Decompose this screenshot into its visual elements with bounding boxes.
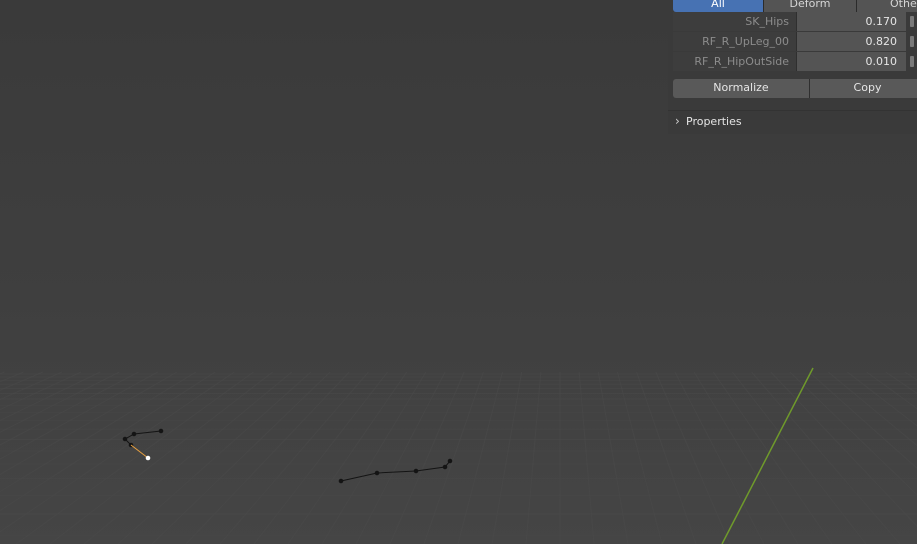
grid-line — [770, 371, 917, 527]
grid-line — [491, 371, 523, 544]
chevron-right-icon[interactable]: › — [675, 111, 685, 133]
properties-panel-header[interactable]: › Properties — [668, 110, 917, 133]
grid-line — [616, 371, 663, 544]
armature-right — [338, 458, 453, 484]
selected-bone[interactable] — [130, 444, 149, 459]
grid-line — [287, 371, 408, 544]
grid-line — [751, 371, 901, 544]
grid-line — [151, 371, 331, 544]
sidebar-panel: All Deform Other SK_Hips 0.170 RF_R_UpLe… — [668, 0, 917, 134]
grid-line — [904, 371, 917, 381]
vertex-group-weight[interactable]: 0.010 — [797, 52, 906, 71]
vertex-group-row: SK_Hips 0.170 — [673, 12, 917, 31]
remove-icon[interactable] — [910, 56, 914, 67]
copy-button[interactable]: Copy — [810, 79, 917, 98]
tab-all[interactable]: All — [673, 0, 764, 12]
floor-grid — [0, 371, 917, 544]
grid-line — [49, 371, 273, 544]
normalize-button[interactable]: Normalize — [673, 79, 810, 98]
grid-line — [253, 371, 388, 544]
vertex-group-row: RF_R_HipOutSide 0.010 — [673, 52, 917, 71]
vertex-group-filter-tabs: All Deform Other — [673, 0, 917, 12]
grid-line — [219, 371, 369, 544]
tab-deform[interactable]: Deform — [764, 0, 857, 12]
remove-icon[interactable] — [910, 36, 914, 47]
grid-line — [732, 371, 867, 544]
grid-line — [674, 371, 765, 544]
vertex-group-row: RF_R_UpLeg_00 0.820 — [673, 32, 917, 51]
grid-line — [636, 371, 697, 544]
grid-line — [712, 371, 833, 544]
grid-line — [185, 371, 350, 544]
grid-line — [355, 371, 446, 544]
vertex-group-weight[interactable]: 0.170 — [797, 12, 906, 31]
grid-line — [0, 371, 43, 391]
grid-line — [578, 371, 595, 544]
grid-line — [0, 371, 101, 421]
grid-line — [83, 371, 293, 544]
weight-actions: Normalize Copy — [673, 79, 917, 98]
remove-icon[interactable] — [910, 16, 914, 27]
properties-panel-label: Properties — [686, 115, 742, 128]
grid-line — [457, 371, 504, 544]
grid-line — [0, 371, 235, 533]
armature-left — [122, 428, 164, 448]
grid-line — [827, 371, 917, 447]
grid-line — [597, 371, 629, 544]
grid-line — [847, 371, 917, 427]
grid-line — [789, 371, 917, 496]
grid-line — [0, 371, 120, 433]
vertex-group-name[interactable]: RF_R_UpLeg_00 — [673, 32, 797, 51]
grid-line — [423, 371, 484, 544]
vertex-group-weight[interactable]: 0.820 — [797, 32, 906, 51]
grid-line — [321, 371, 427, 544]
grid-line — [525, 371, 542, 544]
grid-line — [655, 371, 731, 544]
selected-bone-tip[interactable] — [145, 455, 151, 461]
grid-line — [15, 371, 254, 544]
grid-line — [0, 371, 63, 401]
tab-other[interactable]: Other — [857, 0, 917, 12]
vertex-group-name[interactable]: SK_Hips — [673, 12, 797, 31]
vertex-group-name[interactable]: RF_R_HipOutSide — [673, 52, 797, 71]
y-axis-line — [721, 367, 814, 544]
grid-line — [389, 371, 465, 544]
grid-line — [693, 371, 799, 544]
